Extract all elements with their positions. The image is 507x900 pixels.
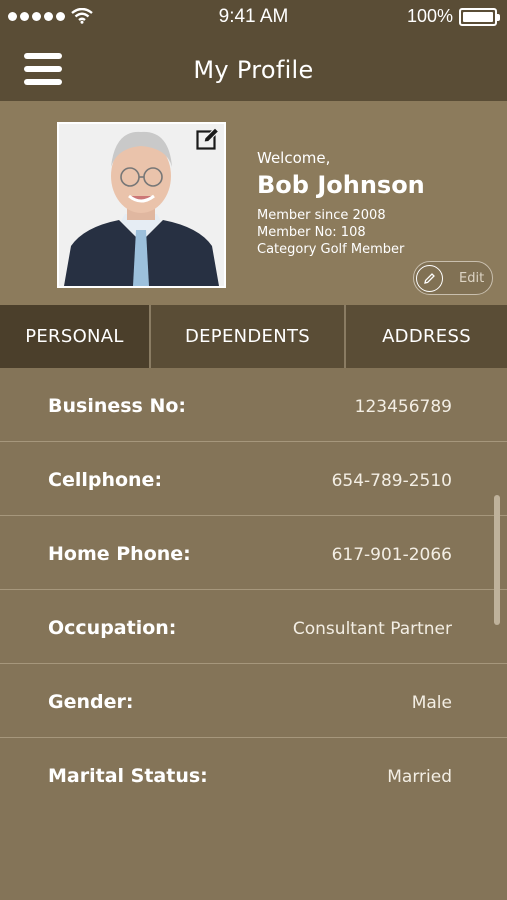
- tab-dependents[interactable]: DEPENDENTS: [151, 305, 346, 368]
- detail-value: Consultant Partner: [292, 619, 452, 639]
- detail-value: 123456789: [354, 397, 452, 417]
- detail-row-cellphone: Cellphone: 654-789-2510: [0, 442, 507, 516]
- detail-value: 654-789-2510: [331, 471, 452, 491]
- welcome-text: Welcome,: [257, 149, 331, 167]
- detail-value: Married: [387, 767, 452, 787]
- profile-tabs: PERSONAL DEPENDENTS ADDRESS: [0, 305, 507, 368]
- profile-photo[interactable]: [57, 122, 226, 288]
- tab-personal[interactable]: PERSONAL: [0, 305, 151, 368]
- member-name: Bob Johnson: [257, 171, 425, 199]
- detail-value: Male: [411, 693, 452, 713]
- detail-row-home-phone: Home Phone: 617-901-2066: [0, 516, 507, 590]
- detail-label: Marital Status:: [48, 765, 208, 787]
- battery-icon: [459, 7, 500, 26]
- personal-details-list: Business No: 123456789 Cellphone: 654-78…: [0, 368, 507, 812]
- detail-value: 617-901-2066: [331, 545, 452, 565]
- member-number: Member No: 108: [257, 225, 366, 240]
- pencil-square-icon[interactable]: [196, 127, 220, 151]
- page-title: My Profile: [193, 56, 314, 84]
- status-bar: 9:41 AM 100%: [0, 0, 507, 34]
- edit-profile-button[interactable]: Edit: [413, 261, 493, 295]
- scrollbar[interactable]: [494, 495, 500, 625]
- detail-label: Business No:: [48, 395, 187, 417]
- battery-percent: 100%: [406, 6, 453, 26]
- battery-indicator: 100%: [406, 6, 500, 27]
- detail-label: Gender:: [48, 691, 134, 713]
- profile-header: Welcome, Bob Johnson Member since 2008 M…: [0, 101, 507, 305]
- member-since: Member since 2008: [257, 208, 386, 223]
- member-category: Category Golf Member: [257, 242, 405, 257]
- detail-label: Occupation:: [48, 617, 177, 639]
- detail-label: Cellphone:: [48, 469, 163, 491]
- detail-row-occupation: Occupation: Consultant Partner: [0, 590, 507, 664]
- detail-row-business-no: Business No: 123456789: [0, 368, 507, 442]
- edit-label: Edit: [459, 270, 485, 286]
- detail-label: Home Phone:: [48, 543, 191, 565]
- tab-address[interactable]: ADDRESS: [346, 305, 507, 368]
- pencil-icon: [416, 264, 443, 292]
- detail-row-gender: Gender: Male: [0, 664, 507, 738]
- nav-bar: My Profile: [0, 34, 507, 101]
- detail-row-marital-status: Marital Status: Married: [0, 738, 507, 812]
